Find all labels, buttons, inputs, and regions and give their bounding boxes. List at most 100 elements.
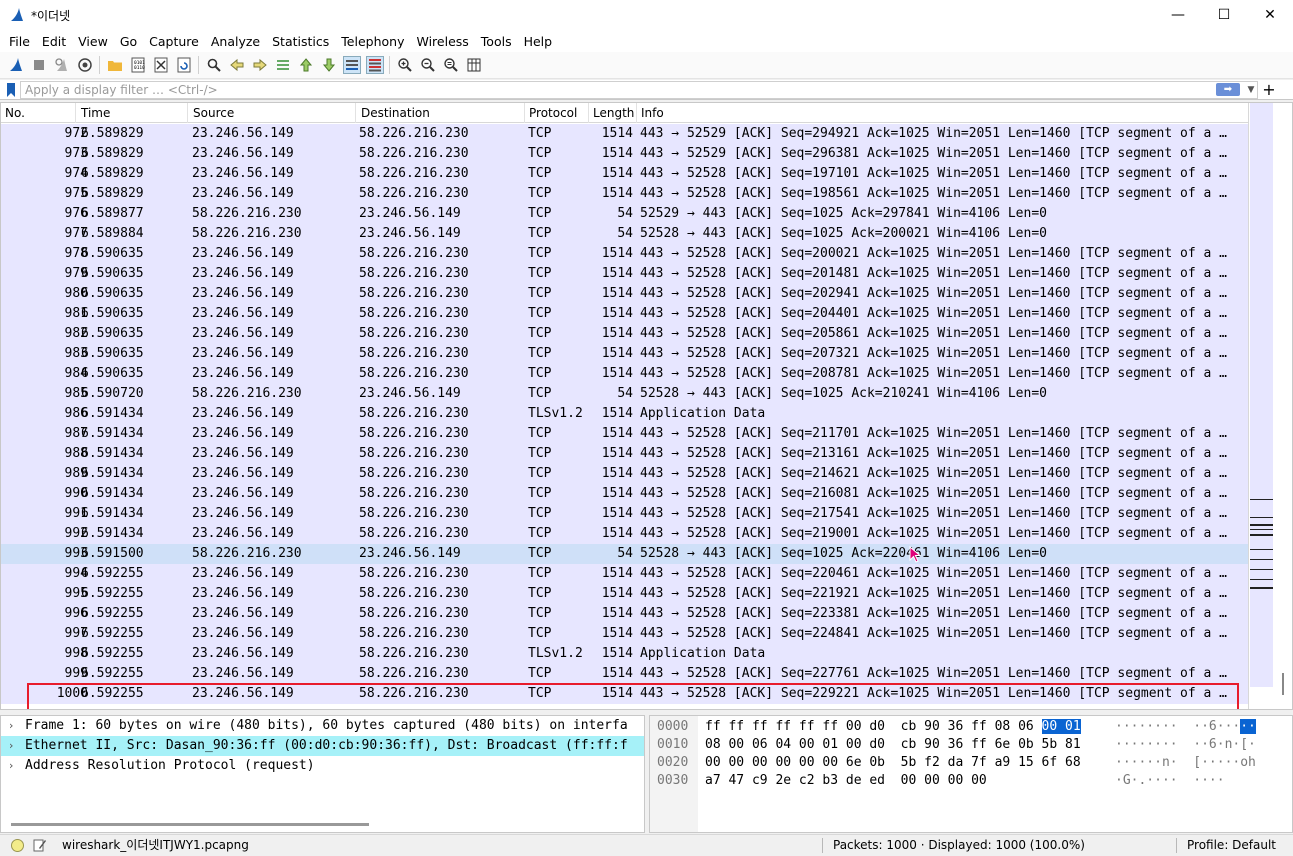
column-header-info[interactable]: Info [637, 103, 1248, 123]
column-header-protocol[interactable]: Protocol [525, 103, 589, 123]
ascii-bytes-selected[interactable]: ·· [1240, 719, 1256, 734]
stop-capture-button[interactable] [30, 56, 48, 74]
go-to-packet-button[interactable] [274, 56, 292, 74]
packet-row[interactable]: 991 6.591434 23.246.56.149 58.226.216.230 TC… [1, 504, 1248, 524]
normal-size-button[interactable] [442, 56, 460, 74]
close-button[interactable]: ✕ [1247, 0, 1293, 30]
resize-columns-button[interactable] [465, 56, 483, 74]
close-file-button[interactable] [152, 56, 170, 74]
packet-row[interactable]: 973 6.589829 23.246.56.149 58.226.216.230 TC… [1, 144, 1248, 164]
chevron-right-icon[interactable]: › [9, 716, 13, 736]
chevron-right-icon[interactable]: › [9, 736, 13, 756]
expert-info-icon[interactable] [11, 839, 24, 852]
packet-row[interactable]: 985 6.590720 58.226.216.230 23.246.56.149 TC… [1, 384, 1248, 404]
ascii-bytes[interactable]: ········ ··6··· [1115, 719, 1240, 734]
packet-row[interactable]: 993 6.591500 58.226.216.230 23.246.56.149 TC… [1, 544, 1248, 564]
hex-bytes[interactable]: ff ff ff ff ff ff 00 d0 cb 90 36 ff 08 0… [705, 719, 1042, 734]
menu-analyze[interactable]: Analyze [205, 34, 266, 49]
find-packet-button[interactable] [205, 56, 223, 74]
packet-row[interactable]: 983 6.590635 23.246.56.149 58.226.216.230 TC… [1, 344, 1248, 364]
capture-options-button[interactable] [76, 56, 94, 74]
column-header-no[interactable]: No. [1, 103, 76, 123]
detail-arp[interactable]: › Address Resolution Protocol (request) [1, 756, 644, 776]
capture-file-name[interactable]: wireshark_이더넷ITJWY1.pcapng [62, 835, 249, 856]
go-back-button[interactable] [228, 56, 246, 74]
packet-row[interactable]: 980 6.590635 23.246.56.149 58.226.216.230 TC… [1, 284, 1248, 304]
packet-row[interactable]: 981 6.590635 23.246.56.149 58.226.216.230 TC… [1, 304, 1248, 324]
packet-minimap[interactable] [1250, 103, 1273, 687]
maximize-button[interactable]: ☐ [1201, 0, 1247, 30]
minimize-button[interactable]: — [1155, 0, 1201, 30]
zoom-in-button[interactable] [396, 56, 414, 74]
apply-filter-button[interactable]: ➡ [1216, 83, 1240, 96]
menu-wireless[interactable]: Wireless [410, 34, 474, 49]
column-header-length[interactable]: Length [589, 103, 637, 123]
packet-row[interactable]: 994 6.592255 23.246.56.149 58.226.216.230 TC… [1, 564, 1248, 584]
packet-row[interactable]: 982 6.590635 23.246.56.149 58.226.216.230 TC… [1, 324, 1248, 344]
packet-row[interactable]: 972 6.589829 23.246.56.149 58.226.216.230 TC… [1, 124, 1248, 144]
packet-row[interactable]: 999 6.592255 23.246.56.149 58.226.216.230 TC… [1, 664, 1248, 684]
packet-row[interactable]: 979 6.590635 23.246.56.149 58.226.216.230 TC… [1, 264, 1248, 284]
hex-bytes[interactable]: 08 00 06 04 00 01 00 d0 cb 90 36 ff 6e 0… [705, 737, 1081, 752]
ascii-bytes[interactable]: ······n· [·····oh [1115, 755, 1256, 770]
packet-row[interactable]: 987 6.591434 23.246.56.149 58.226.216.230 TC… [1, 424, 1248, 444]
packet-row[interactable]: 1000 6.592255 23.246.56.149 58.226.216.230 T… [1, 684, 1248, 704]
hex-bytes[interactable]: 00 00 00 00 00 00 6e 0b 5b f2 da 7f a9 1… [705, 755, 1081, 770]
menu-file[interactable]: File [3, 34, 36, 49]
column-header-time[interactable]: Time [77, 103, 188, 123]
menu-edit[interactable]: Edit [36, 34, 72, 49]
first-packet-button[interactable] [297, 56, 315, 74]
comment-edit-icon[interactable] [33, 838, 47, 852]
zoom-out-button[interactable] [419, 56, 437, 74]
menu-telephony[interactable]: Telephony [335, 34, 410, 49]
menu-statistics[interactable]: Statistics [266, 34, 335, 49]
menu-go[interactable]: Go [114, 34, 143, 49]
menu-help[interactable]: Help [518, 34, 559, 49]
packet-row[interactable]: 996 6.592255 23.246.56.149 58.226.216.230 TC… [1, 604, 1248, 624]
menu-tools[interactable]: Tools [475, 34, 518, 49]
column-header-source[interactable]: Source [189, 103, 356, 123]
open-file-button[interactable] [106, 56, 124, 74]
hex-bytes-selected[interactable]: 00 01 [1041, 719, 1081, 734]
filter-dropdown-button[interactable]: ▼ [1245, 83, 1257, 97]
bytes-hex-column[interactable]: ff ff ff ff ff ff 00 d0 cb 90 36 ff 08 0… [705, 718, 1081, 790]
reload-file-button[interactable] [175, 56, 193, 74]
restart-capture-button[interactable] [53, 56, 71, 74]
save-file-button[interactable]: 0101 0110 [129, 56, 147, 74]
profile-indicator[interactable]: Profile: Default [1187, 835, 1276, 856]
packet-row[interactable]: 988 6.591434 23.246.56.149 58.226.216.230 TC… [1, 444, 1248, 464]
packet-row[interactable]: 997 6.592255 23.246.56.149 58.226.216.230 TC… [1, 624, 1248, 644]
detail-ethernet[interactable]: › Ethernet II, Src: Dasan_90:36:ff (00:d… [1, 736, 644, 756]
colorize-button[interactable] [365, 56, 384, 74]
display-filter-input[interactable]: Apply a display filter … <Ctrl-/> [20, 81, 1258, 99]
ascii-bytes[interactable]: ·G·.···· ···· [1115, 773, 1225, 788]
ascii-bytes[interactable]: ········ ··6·n·[· [1115, 737, 1256, 752]
bookmark-icon[interactable] [4, 82, 18, 98]
packet-row[interactable]: 974 6.589829 23.246.56.149 58.226.216.230 TC… [1, 164, 1248, 184]
packet-row[interactable]: 977 6.589884 58.226.216.230 23.246.56.149 TC… [1, 224, 1248, 244]
packet-row[interactable]: 990 6.591434 23.246.56.149 58.226.216.230 TC… [1, 484, 1248, 504]
add-filter-button[interactable]: + [1262, 80, 1276, 100]
autoscroll-button[interactable] [342, 56, 361, 74]
bytes-ascii-column[interactable]: ········ ··6····· ········ ··6·n·[· ····… [1115, 718, 1256, 790]
packet-row[interactable]: 992 6.591434 23.246.56.149 58.226.216.230 TC… [1, 524, 1248, 544]
column-header-destination[interactable]: Destination [357, 103, 525, 123]
packet-row[interactable]: 984 6.590635 23.246.56.149 58.226.216.230 TC… [1, 364, 1248, 384]
packet-row[interactable]: 976 6.589877 58.226.216.230 23.246.56.149 TC… [1, 204, 1248, 224]
go-forward-button[interactable] [251, 56, 269, 74]
packet-row[interactable]: 989 6.591434 23.246.56.149 58.226.216.230 TC… [1, 464, 1248, 484]
menu-capture[interactable]: Capture [143, 34, 205, 49]
detail-frame[interactable]: › Frame 1: 60 bytes on wire (480 bits), … [1, 716, 644, 736]
packet-row[interactable]: 995 6.592255 23.246.56.149 58.226.216.230 TC… [1, 584, 1248, 604]
packet-row[interactable]: 986 6.591434 23.246.56.149 58.226.216.230 TL… [1, 404, 1248, 424]
detail-horizontal-scrollbar[interactable] [11, 823, 369, 826]
hex-bytes[interactable]: a7 47 c9 2e c2 b3 de ed 00 00 00 00 [705, 773, 987, 788]
packet-row[interactable]: 978 6.590635 23.246.56.149 58.226.216.230 TC… [1, 244, 1248, 264]
scrollbar-track[interactable] [1276, 103, 1292, 709]
last-packet-button[interactable] [320, 56, 338, 74]
packet-row[interactable]: 975 6.589829 23.246.56.149 58.226.216.230 TC… [1, 184, 1248, 204]
chevron-right-icon[interactable]: › [9, 756, 13, 776]
scrollbar-thumb[interactable] [1282, 673, 1284, 695]
menu-view[interactable]: View [72, 34, 114, 49]
packet-row[interactable]: 998 6.592255 23.246.56.149 58.226.216.230 TL… [1, 644, 1248, 664]
